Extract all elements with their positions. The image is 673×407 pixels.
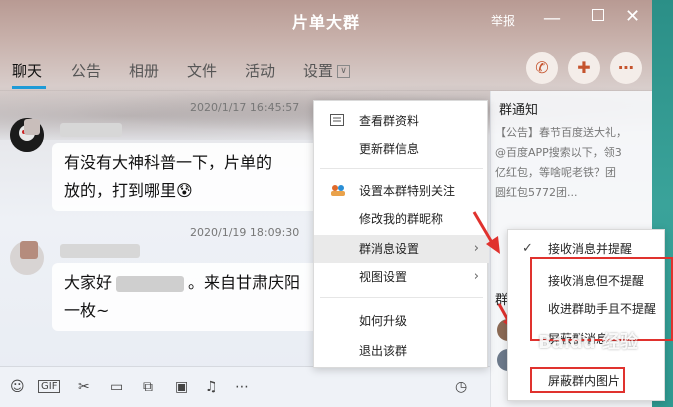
chevron-right-icon: › [473, 269, 479, 284]
highlight-box [530, 367, 625, 393]
users-icon [331, 185, 345, 196]
message-text: 一枚~ [64, 301, 110, 320]
menu-item-how-to-upgrade[interactable]: 如何升级 [314, 307, 489, 335]
active-tab-indicator [12, 86, 46, 89]
menu-item-edit-nickname[interactable]: 修改我的群昵称 [314, 205, 489, 233]
card-icon [330, 114, 344, 126]
tab-files[interactable]: 文件 [187, 60, 217, 81]
menu-item-label: 群消息设置 [359, 242, 420, 256]
report-button[interactable]: 举报 [491, 12, 515, 29]
menu-divider [320, 297, 483, 298]
tab-settings[interactable]: 设置 ∨ [303, 60, 351, 81]
notice-line: 亿红包，等啥呢老铁？团 [495, 166, 616, 179]
message-bubble[interactable]: 有没有大神科普一下，片单的 放的，打到哪里😰 [52, 143, 322, 211]
image-icon[interactable]: ▣ [175, 379, 188, 395]
menu-item-label: 修改我的群昵称 [359, 212, 444, 226]
more-icon[interactable]: ⋯ [610, 52, 642, 84]
sender-name-blur [60, 244, 140, 258]
menu-item-view-group-info[interactable]: 查看群资料 [314, 107, 489, 135]
annotation-arrow-icon [472, 211, 500, 254]
gif-icon[interactable]: GIF [38, 380, 61, 393]
close-button[interactable]: ✕ [625, 6, 640, 27]
watermark: Baidu 经验 [538, 332, 639, 353]
menu-item-label: 视图设置 [359, 270, 408, 284]
submenu-item-label: 接收消息并提醒 [548, 242, 633, 256]
emoji-icon[interactable]: ☺ [10, 379, 25, 395]
avatar-blur [20, 241, 38, 259]
group-context-menu: 查看群资料 更新群信息 设置本群特别关注 修改我的群昵称 群消息设置 › 视图设… [313, 100, 489, 368]
menu-item-label: 设置本群特别关注 [359, 184, 456, 198]
notice-line: 圆红包5772团... [495, 186, 578, 199]
screenshot-icon[interactable]: ⧉ [143, 379, 153, 395]
menu-item-update-group-info[interactable]: 更新群信息 [314, 135, 489, 163]
bell-icon[interactable]: ♫ [205, 379, 218, 395]
clock-icon[interactable]: ◷ [455, 379, 467, 395]
input-toolbar: ☺ GIF ✂ ▭ ⧉ ▣ ♫ ⋯ ◷ [0, 366, 490, 407]
tab-album[interactable]: 相册 [129, 60, 159, 81]
message-text: 。来自甘肃庆阳 [188, 273, 301, 292]
notice-line: 【公告】春节百度送大礼， [495, 126, 627, 139]
add-message-icon[interactable]: ✚ [568, 52, 600, 84]
maximize-button[interactable] [592, 9, 604, 21]
chevron-down-icon: ∨ [337, 65, 351, 78]
tab-chat[interactable]: 聊天 [12, 60, 42, 81]
menu-item-message-settings[interactable]: 群消息设置 › [314, 235, 489, 263]
menu-item-view-settings[interactable]: 视图设置 › [314, 263, 489, 291]
message-timestamp: 2020/1/17 16:45:57 [190, 101, 300, 114]
sender-name-blur [24, 119, 40, 135]
menu-item-exit-group[interactable]: 退出该群 [314, 337, 489, 365]
folder-icon[interactable]: ▭ [110, 379, 123, 395]
minimize-button[interactable]: — [543, 8, 561, 29]
menu-item-label: 更新群信息 [359, 142, 420, 156]
message-text: 有没有大神科普一下，片单的 [64, 153, 273, 172]
more-tools-icon[interactable]: ⋯ [235, 379, 249, 395]
phone-icon[interactable]: ✆ [526, 52, 558, 84]
tab-activity[interactable]: 活动 [245, 60, 275, 81]
menu-item-special-follow[interactable]: 设置本群特别关注 [314, 177, 489, 205]
message-bubble[interactable]: 大家好 。来自甘肃庆阳 一枚~ [52, 263, 322, 331]
menu-item-label: 如何升级 [359, 314, 408, 328]
notice-line: @百度APP搜索以下，领3 [495, 146, 622, 159]
message-timestamp: 2020/1/19 18:09:30 [190, 226, 300, 239]
tab-bar: 聊天 公告 相册 文件 活动 设置 ∨ [0, 54, 490, 89]
menu-divider [320, 168, 483, 169]
redacted-text [116, 275, 185, 292]
scissors-icon[interactable]: ✂ [78, 379, 90, 395]
tab-settings-label: 设置 [303, 62, 334, 80]
menu-item-label: 退出该群 [359, 344, 408, 358]
title-bar: 片单大群 举报 — ✕ [0, 0, 652, 40]
sender-name-blur [60, 123, 122, 137]
side-panel-title: 群通知 [499, 103, 539, 118]
message-text: 大家好 [64, 273, 113, 292]
tab-announcement[interactable]: 公告 [71, 60, 101, 81]
message-text: 放的，打到哪里😰 [64, 181, 193, 200]
menu-item-label: 查看群资料 [359, 114, 420, 128]
